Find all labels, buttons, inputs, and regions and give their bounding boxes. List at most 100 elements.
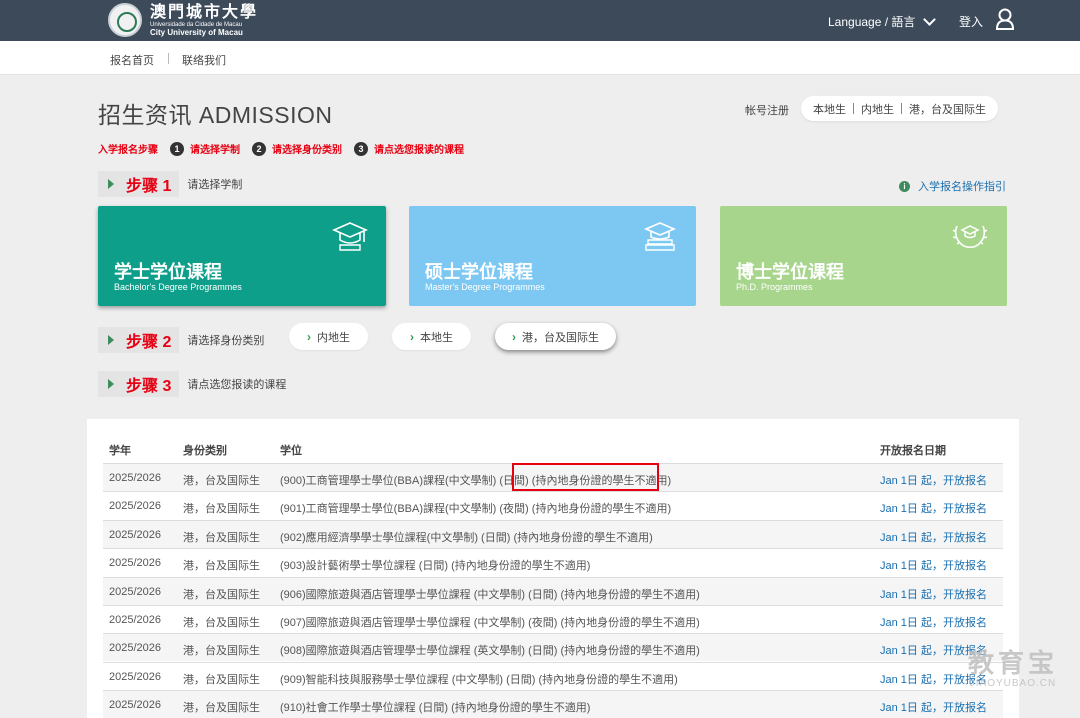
cell-identity: 港，台及国际生 [183,503,260,515]
register-international-link[interactable]: 港，台及国际生 [909,101,986,117]
step-number-badge: 3 [354,141,368,156]
cell-open-date-link[interactable]: Jan 1日 起，开放报名 [880,614,987,630]
table-row[interactable]: 2025/2026 港，台及国际生 (901)工商管理學士學位(BBA)課程(中… [103,491,1003,519]
identity-label: 港，台及国际生 [522,331,599,344]
graduation-cap-icon [332,222,368,251]
table-row[interactable]: 2025/2026 港，台及国际生 (907)國際旅遊與酒店管理學士學位課程 (… [103,605,1003,633]
column-header-year: 学年 [109,445,131,457]
register-options: 本地生 内地生 港，台及国际生 [801,96,998,121]
watermark-url: JIAOYUBAO.CN [969,678,1057,689]
login-button[interactable]: 登入 [959,8,1015,30]
step-2-description: 请选择身份类别 [187,335,265,347]
register-local-link[interactable]: 本地生 [813,101,846,117]
triangle-right-icon [108,379,114,389]
info-icon: i [899,180,910,192]
user-icon [996,8,1015,30]
table-row[interactable]: 2025/2026 港，台及国际生 (906)國際旅遊與酒店管理學士學位課程 (… [103,577,1003,605]
logo-chinese-name: 澳門城市大學 [150,1,259,21]
language-selector[interactable]: Language / 語言 [828,13,937,30]
cell-year: 2025/2026 [109,642,161,654]
step-summary-text: 请选择学制 [190,145,240,156]
bachelor-programme-card[interactable]: 学士学位课程 Bachelor's Degree Programmes [98,206,386,306]
logo-portuguese-name: Universidade da Cidade de Macau [150,21,243,28]
cell-year: 2025/2026 [109,699,161,711]
step-3-header: 步骤 3 请点选您报读的课程 [98,371,286,397]
nav-contact-us[interactable]: 联络我们 [182,52,226,68]
step-2-header: 步骤 2 请选择身份类别 [98,327,264,353]
column-header-open-date: 开放报名日期 [880,445,946,457]
table-row[interactable]: 2025/2026 港，台及国际生 (910)社會工作學士學位課程 (日間) (… [103,690,1003,718]
cell-programme-link[interactable]: (907)國際旅遊與酒店管理學士學位課程 (中文學制) (夜間) (持內地身份證… [280,614,700,630]
chevron-down-icon [923,13,937,26]
cell-open-date-link[interactable]: Jan 1日 起，开放报名 [880,472,987,488]
cell-programme-link[interactable]: (908)國際旅遊與酒店管理學士學位課程 (英文學制) (日間) (持內地身份證… [280,642,700,658]
step-2-tag: 步骤 2 [126,334,172,351]
cell-year: 2025/2026 [109,500,161,512]
master-subtitle: Master's Degree Programmes [425,282,545,292]
step-number-badge: 2 [252,141,266,156]
account-register-label: 帐号注册 [745,105,789,117]
laurel-cap-icon [952,225,988,248]
cell-open-date-link[interactable]: Jan 1日 起，开放报名 [880,500,987,516]
table-row[interactable]: 2025/2026 港，台及国际生 (908)國際旅遊與酒店管理學士學位課程 (… [103,633,1003,661]
identity-international-button[interactable]: › 港，台及国际生 [495,323,616,350]
cell-identity: 港，台及国际生 [183,617,260,629]
cell-identity: 港，台及国际生 [183,702,260,714]
cell-open-date-link[interactable]: Jan 1日 起，开放报名 [880,529,987,545]
top-header: 澳門城市大學 Universidade da Cidade de Macau C… [0,0,1080,41]
table-row[interactable]: 2025/2026 港，台及国际生 (909)智能科技與服務學士學位課程 (中文… [103,662,1003,690]
guide-label: 入学报名操作指引 [918,181,1006,193]
cell-programme-link[interactable]: (902)應用經濟學學士學位課程(中文學制) (日間) (持內地身份證的學生不適… [280,529,653,545]
cell-identity: 港，台及国际生 [183,645,260,657]
cell-open-date-link[interactable]: Jan 1日 起，开放报名 [880,699,987,715]
step-3-description: 请点选您报读的课程 [187,379,287,391]
cell-year: 2025/2026 [109,529,161,541]
chevron-right-icon: › [307,329,311,344]
table-row[interactable]: 2025/2026 港，台及国际生 (903)設計藝術學士學位課程 (日間) (… [103,548,1003,576]
column-header-identity: 身份类别 [183,445,227,457]
cell-programme-link[interactable]: (910)社會工作學士學位課程 (日間) (持內地身份證的學生不適用) [280,699,590,715]
master-programme-card[interactable]: 硕士学位课程 Master's Degree Programmes [409,206,696,306]
step-1-tag: 步骤 1 [126,178,172,195]
cell-open-date-link[interactable]: Jan 1日 起，开放报名 [880,557,987,573]
step-summary-text: 请点选您报读的课程 [374,145,464,156]
cell-identity: 港，台及国际生 [183,674,260,686]
cell-programme-link[interactable]: (903)設計藝術學士學位課程 (日間) (持內地身份證的學生不適用) [280,557,590,573]
login-label: 登入 [959,14,984,29]
identity-local-button[interactable]: › 本地生 [392,323,471,350]
university-logo[interactable]: 澳門城市大學 Universidade da Cidade de Macau C… [108,3,258,37]
step-3-tag: 步骤 3 [126,378,172,395]
cell-identity: 港，台及国际生 [183,589,260,601]
nav-divider [168,53,169,64]
application-guide-link[interactable]: i 入学报名操作指引 [899,178,1006,194]
books-icon [643,222,677,251]
divider [853,103,854,114]
cell-programme-link[interactable]: (909)智能科技與服務學士學位課程 (中文學制) (日間) (持內地身份證的學… [280,671,678,687]
bachelor-title: 学士学位课程 [114,262,222,282]
cell-open-date-link[interactable]: Jan 1日 起，开放报名 [880,586,987,602]
step-1-header: 步骤 1 请选择学制 [98,171,242,197]
logo-english-name: City University of Macau [150,27,243,37]
cell-identity: 港，台及国际生 [183,560,260,572]
watermark-cn: 教育宝 [967,649,1058,679]
highlight-box [512,463,659,491]
cell-programme-link[interactable]: (906)國際旅遊與酒店管理學士學位課程 (中文學制) (日間) (持內地身份證… [280,586,700,602]
chevron-right-icon: › [512,329,516,344]
table-row[interactable]: 2025/2026 港，台及国际生 (902)應用經濟學學士學位課程(中文學制)… [103,520,1003,548]
step-number-badge: 1 [170,141,184,156]
phd-title: 博士学位课程 [736,262,844,282]
register-mainland-link[interactable]: 内地生 [861,101,894,117]
column-header-programme: 学位 [280,445,302,457]
language-label: Language / 語言 [828,15,916,29]
university-seal-icon [108,3,142,37]
page-title: 招生资讯 ADMISSION [98,102,333,128]
bachelor-subtitle: Bachelor's Degree Programmes [114,282,242,292]
triangle-right-icon [108,179,114,189]
nav-apply-home[interactable]: 报名首页 [110,52,154,68]
application-steps-summary: 入学报名步骤 1 请选择学制 2 请选择身份类别 3 请点选您报读的课程 [98,141,464,156]
phd-programme-card[interactable]: 博士学位课程 Ph.D. Programmes [720,206,1007,306]
cell-year: 2025/2026 [109,671,161,683]
identity-mainland-button[interactable]: › 内地生 [289,323,368,350]
cell-year: 2025/2026 [109,557,161,569]
cell-programme-link[interactable]: (901)工商管理學士學位(BBA)課程(中文學制) (夜間) (持內地身份證的… [280,500,671,516]
